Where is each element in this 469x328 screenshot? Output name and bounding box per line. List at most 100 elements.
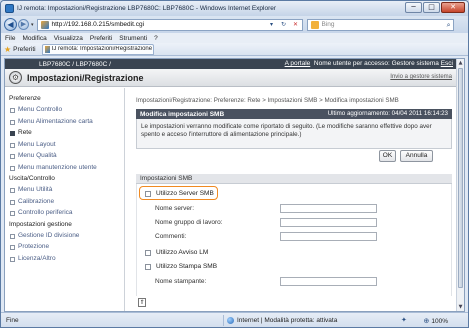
globe-icon [227,317,234,324]
sidebar-item-protezione[interactable]: Protezione [5,241,124,253]
menu-help[interactable]: ? [154,35,158,42]
sidebar-item-alimentazione-carta[interactable]: Menu Alimentazione carta [5,116,124,128]
sidebar-section-impostazioni-gestione: Impostazioni gestione [9,220,72,228]
minimize-button[interactable]: ─ [405,2,422,13]
favorites-star-icon[interactable]: ★ [4,45,11,54]
back-button[interactable]: ◀ [4,18,17,31]
tab-label: IJ remota: Impostazioni/Registrazione LB… [51,46,153,52]
lm-notice-label: Utilizzo Avviso LM [156,249,209,256]
menu-modifica[interactable]: Modifica [22,35,46,42]
workgroup-label: Nome gruppo di lavoro: [155,219,223,226]
smb-print-row: Utilizzo Stampa SMB [145,263,217,270]
history-dropdown-icon[interactable]: ▾ [31,22,34,28]
lm-notice-row: Utilizzo Avviso LM [145,249,208,256]
zoom-control[interactable]: ⊕ 100% [424,317,449,325]
sidebar-item-calibrazione[interactable]: Calibrazione [5,196,124,208]
sidebar-item-rete[interactable]: Rete [5,127,124,139]
vertical-scrollbar[interactable]: ▲ ▼ [456,59,464,311]
printer-model: LBP7680C / LBP7680C / [39,60,111,68]
send-to-manager-link[interactable]: Invio a gestore sistema [390,74,452,80]
bing-icon [310,20,319,29]
url-text: http://192.168.0.215/smbedit.cgi [51,21,145,28]
sidebar-item-menu-qualita[interactable]: Menu Qualità [5,150,124,162]
page-icon [40,20,49,29]
lm-notice-checkbox[interactable] [145,249,151,256]
close-button[interactable]: ✕ [441,2,465,13]
zoom-icon: ⊕ [423,317,430,325]
panel-header: Modifica impostazioni SMB Ultimo aggiorn… [136,109,452,119]
use-smb-server-label: Utilizzo Server SMB [156,190,214,197]
smb-form: Utilizzo Server SMB Nome server: Nome gr… [136,184,452,296]
tab-page-icon [44,45,50,53]
maximize-button[interactable]: □ [423,2,440,13]
smb-print-checkbox[interactable] [145,263,151,270]
ie-icon [5,4,14,13]
page-title: Impostazioni/Registrazione [27,72,144,83]
sidebar-item-menu-utilita[interactable]: Menu Utilità [5,184,124,196]
address-bar: ◀ ▶ ▾ http://192.168.0.215/smbedit.cgi ▾… [1,16,468,33]
sidebar-item-menu-layout[interactable]: Menu Layout [5,139,124,151]
url-field[interactable]: http://192.168.0.215/smbedit.cgi ▾ ↻ ✕ [36,18,303,31]
sidebar-item-menu-controllo[interactable]: Menu Controllo [5,104,124,116]
cancel-button[interactable]: Annulla [400,150,433,162]
app-header: ⚙ Impostazioni/Registrazione Invio a ges… [5,69,457,87]
menu-visualizza[interactable]: Visualizza [54,35,83,42]
compatibility-icon[interactable]: ▾ [267,21,277,29]
back-to-top-icon[interactable]: ⇑ [138,298,146,307]
status-text: Fine [6,317,19,324]
sidebar-item-licenza-altro[interactable]: Licenza/Altro [5,253,124,265]
search-icon[interactable]: ⌕ [447,21,451,30]
server-name-label: Nome server: [155,205,195,212]
search-placeholder: Bing [321,21,335,28]
scroll-down-arrow-icon[interactable]: ▼ [457,303,464,311]
scrollbar-thumb[interactable] [458,68,463,288]
menu-preferiti[interactable]: Preferiti [90,35,112,42]
printer-name-label: Nome stampante: [155,278,207,285]
status-divider [223,315,224,326]
security-zone[interactable]: Internet | Modalità protetta: attivata [227,317,337,324]
forward-button[interactable]: ▶ [18,19,29,30]
menu-bar: File Modifica Visualizza Preferiti Strum… [1,33,468,43]
sidebar-item-controllo-periferica[interactable]: Controllo periferica [5,207,124,219]
zone-text: Internet | Modalità protetta: attivata [237,317,338,324]
use-smb-server-checkbox[interactable] [145,190,151,197]
protection-icon[interactable]: ✦ [401,316,407,324]
printer-name-field[interactable] [280,277,377,286]
info-message: Le impostazioni verranno modificate come… [136,119,452,149]
portal-link[interactable]: A portale [285,60,311,67]
comment-field[interactable] [280,232,377,241]
workgroup-field[interactable] [280,218,377,227]
favorites-bar: ★ Preferiti IJ remota: Impostazioni/Regi… [1,43,468,56]
window-title: IJ remota: Impostazioni/Registrazione LB… [17,5,277,12]
smb-print-label: Utilizzo Stampa SMB [156,263,218,270]
stop-icon[interactable]: ✕ [291,21,301,29]
favorites-button[interactable]: Preferiti [13,46,35,53]
server-name-field[interactable] [280,204,377,213]
panel-title: Modifica impostazioni SMB [140,110,225,118]
window-controls: ─ □ ✕ [405,2,465,13]
browser-tab[interactable]: IJ remota: Impostazioni/Registrazione LB… [41,43,154,55]
menu-file[interactable]: File [5,35,15,42]
menu-strumenti[interactable]: Strumenti [119,35,147,42]
sidebar-section-uscita-controllo: Uscita/Controllo [9,175,55,182]
logout-link[interactable]: Esci [441,60,453,67]
page-content: LBP7680C / LBP7680C / A portale Nome ute… [4,58,465,312]
last-updated: Ultimo aggiornamento: 04/04 2011 16:14:2… [327,110,448,117]
refresh-icon[interactable]: ↻ [279,21,289,29]
main-panel: Impostazioni/Registrazione: Preferenze: … [126,88,457,311]
ok-button[interactable]: OK [379,150,396,162]
zoom-level: 100% [431,317,448,325]
scroll-up-arrow-icon[interactable]: ▲ [457,59,464,67]
sidebar-item-manutenzione-utente[interactable]: Menu manutenzione utente [5,162,124,174]
sidebar: Preferenze Menu Controllo Menu Alimentaz… [5,88,125,311]
search-input[interactable]: Bing ⌕ [306,18,454,31]
user-label: Nome utente per accesso: Gestore sistema [313,60,439,67]
printer-bar: LBP7680C / LBP7680C / A portale Nome ute… [5,59,457,69]
status-bar: Fine Internet | Modalità protetta: attiv… [1,312,468,327]
browser-window: IJ remota: Impostazioni/Registrazione LB… [0,0,469,328]
sidebar-item-gestione-id-divisione[interactable]: Gestione ID divisione [5,230,124,242]
section-header-smb: Impostazioni SMB [136,174,452,184]
url-tools: ▾ ↻ ✕ [267,21,301,29]
settings-logo-icon: ⚙ [9,71,22,84]
breadcrumb: Impostazioni/Registrazione: Preferenze: … [136,97,399,104]
